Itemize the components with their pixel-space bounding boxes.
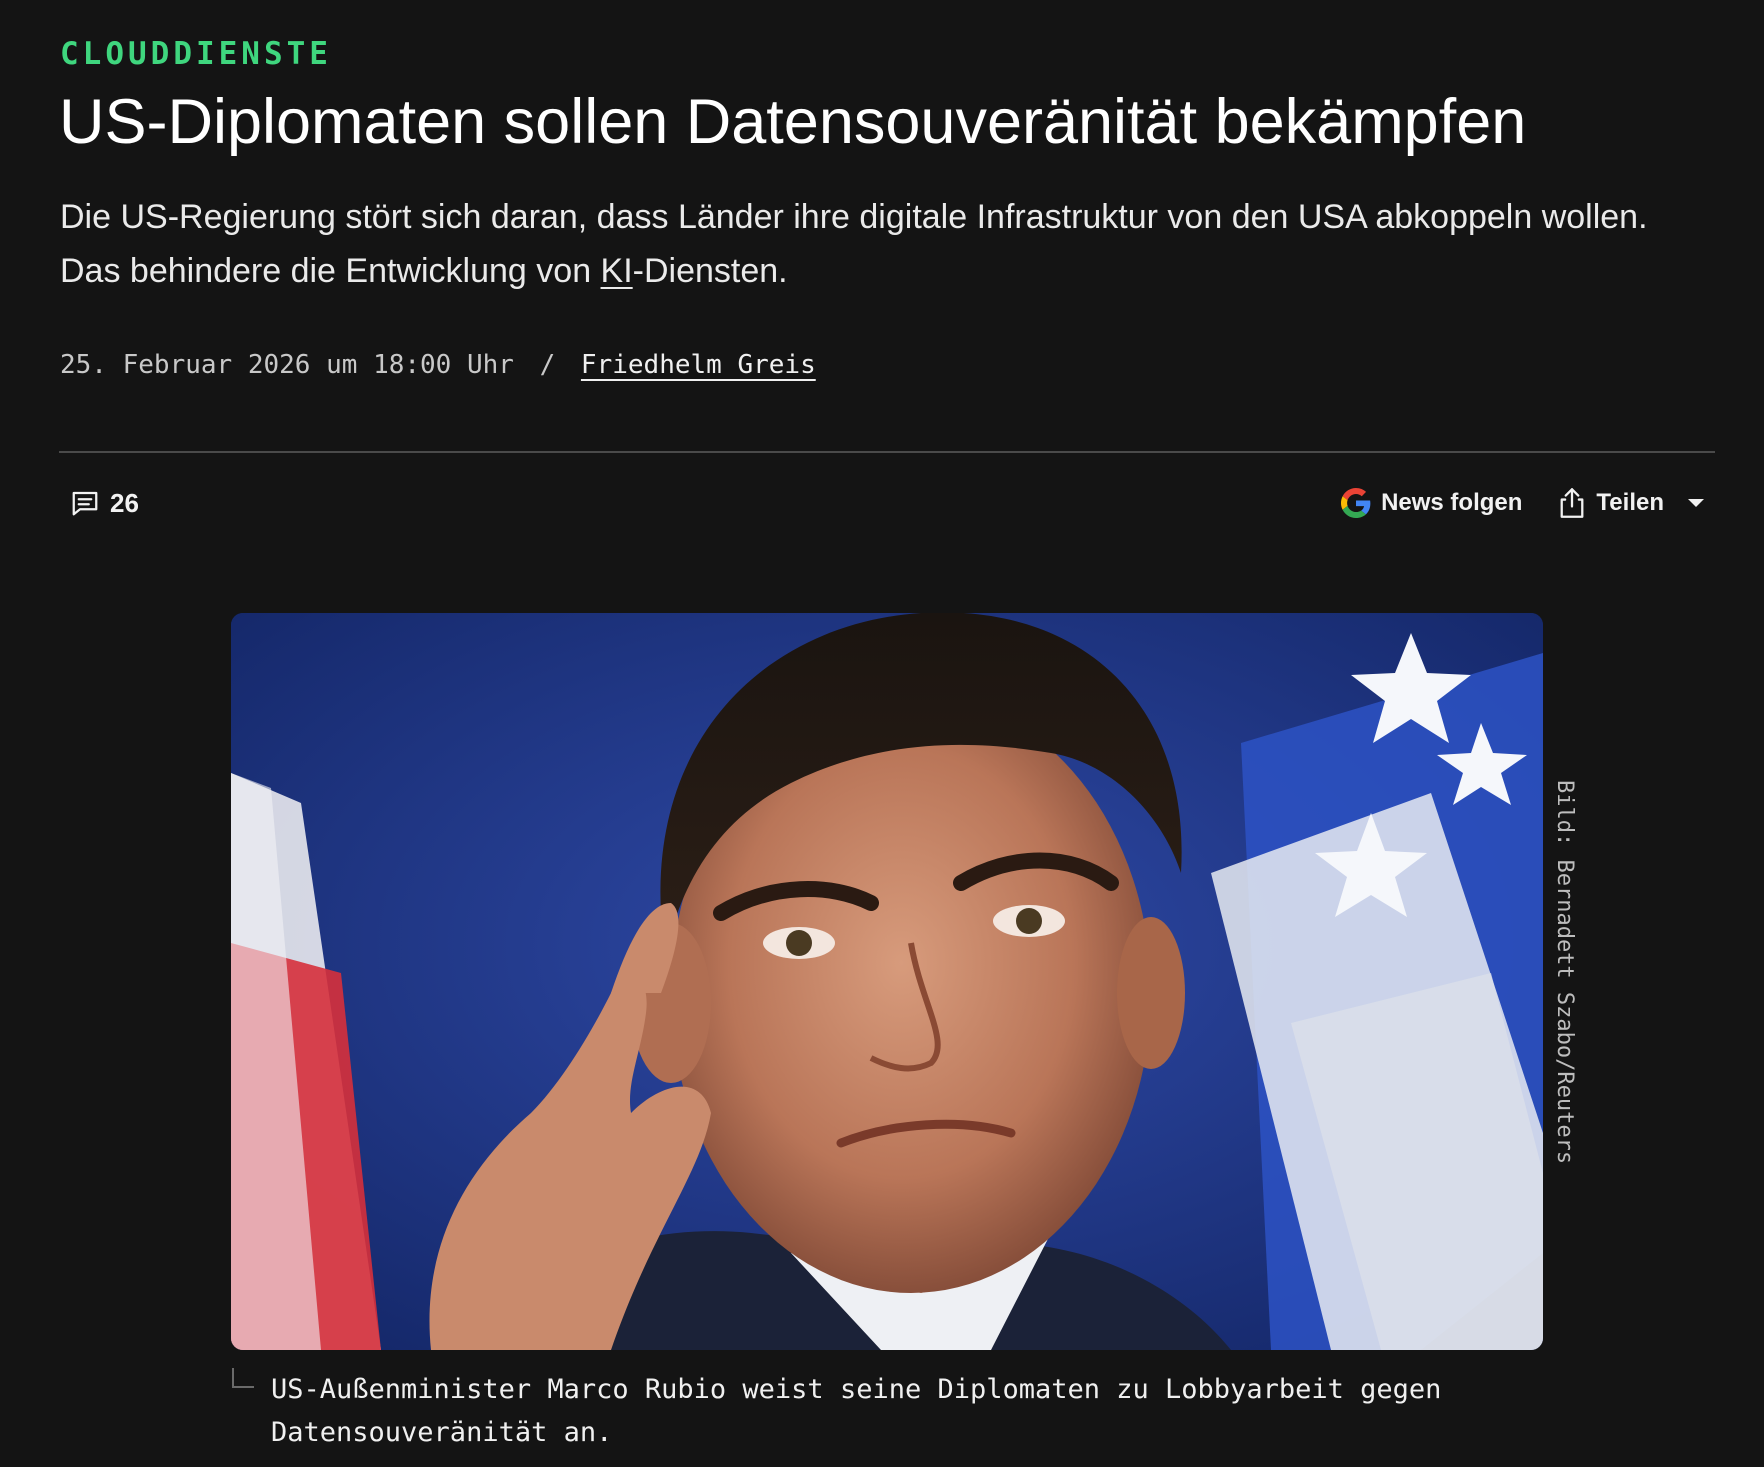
google-news-label: News folgen: [1381, 489, 1523, 516]
publish-date: 25. Februar 2026 um 18:00 Uhr: [60, 350, 514, 380]
google-news-follow-button[interactable]: News folgen: [1341, 488, 1522, 518]
comment-count: 26: [110, 487, 139, 518]
share-button[interactable]: Teilen: [1558, 487, 1704, 519]
divider: [59, 451, 1715, 453]
comments-button[interactable]: 26: [70, 483, 139, 523]
article-actions: News folgen Teilen: [1341, 483, 1704, 523]
google-g-icon: [1341, 488, 1371, 518]
image-credit: Bild: Bernadett Szabo/Reuters: [1552, 780, 1577, 1165]
image-caption: US-Außenminister Marco Rubio weist seine…: [271, 1374, 1442, 1448]
article-photo: [231, 613, 1543, 1350]
photo-illustration: [231, 613, 1543, 1350]
share-label: Teilen: [1596, 489, 1664, 516]
comment-icon: [72, 491, 98, 516]
author-link[interactable]: Friedhelm Greis: [581, 350, 816, 380]
article-teaser: Die US-Regierung stört sich daran, dass …: [60, 190, 1700, 298]
abbr-ki[interactable]: KI: [601, 252, 633, 290]
meta-separator: /: [539, 350, 556, 380]
article-meta: 25. Februar 2026 um 18:00 Uhr / Friedhel…: [60, 350, 816, 380]
section-kicker[interactable]: CLOUDDIENSTE: [60, 36, 332, 72]
teaser-text-2: -Diensten.: [632, 252, 788, 290]
teaser-text-1: Die US-Regierung stört sich daran, dass …: [60, 198, 1648, 290]
article-headline: US-Diplomaten sollen Datensouveränität b…: [59, 87, 1527, 157]
caption-marker: [232, 1368, 254, 1388]
share-icon: [1560, 488, 1584, 518]
caret-down-icon: [1688, 499, 1704, 507]
